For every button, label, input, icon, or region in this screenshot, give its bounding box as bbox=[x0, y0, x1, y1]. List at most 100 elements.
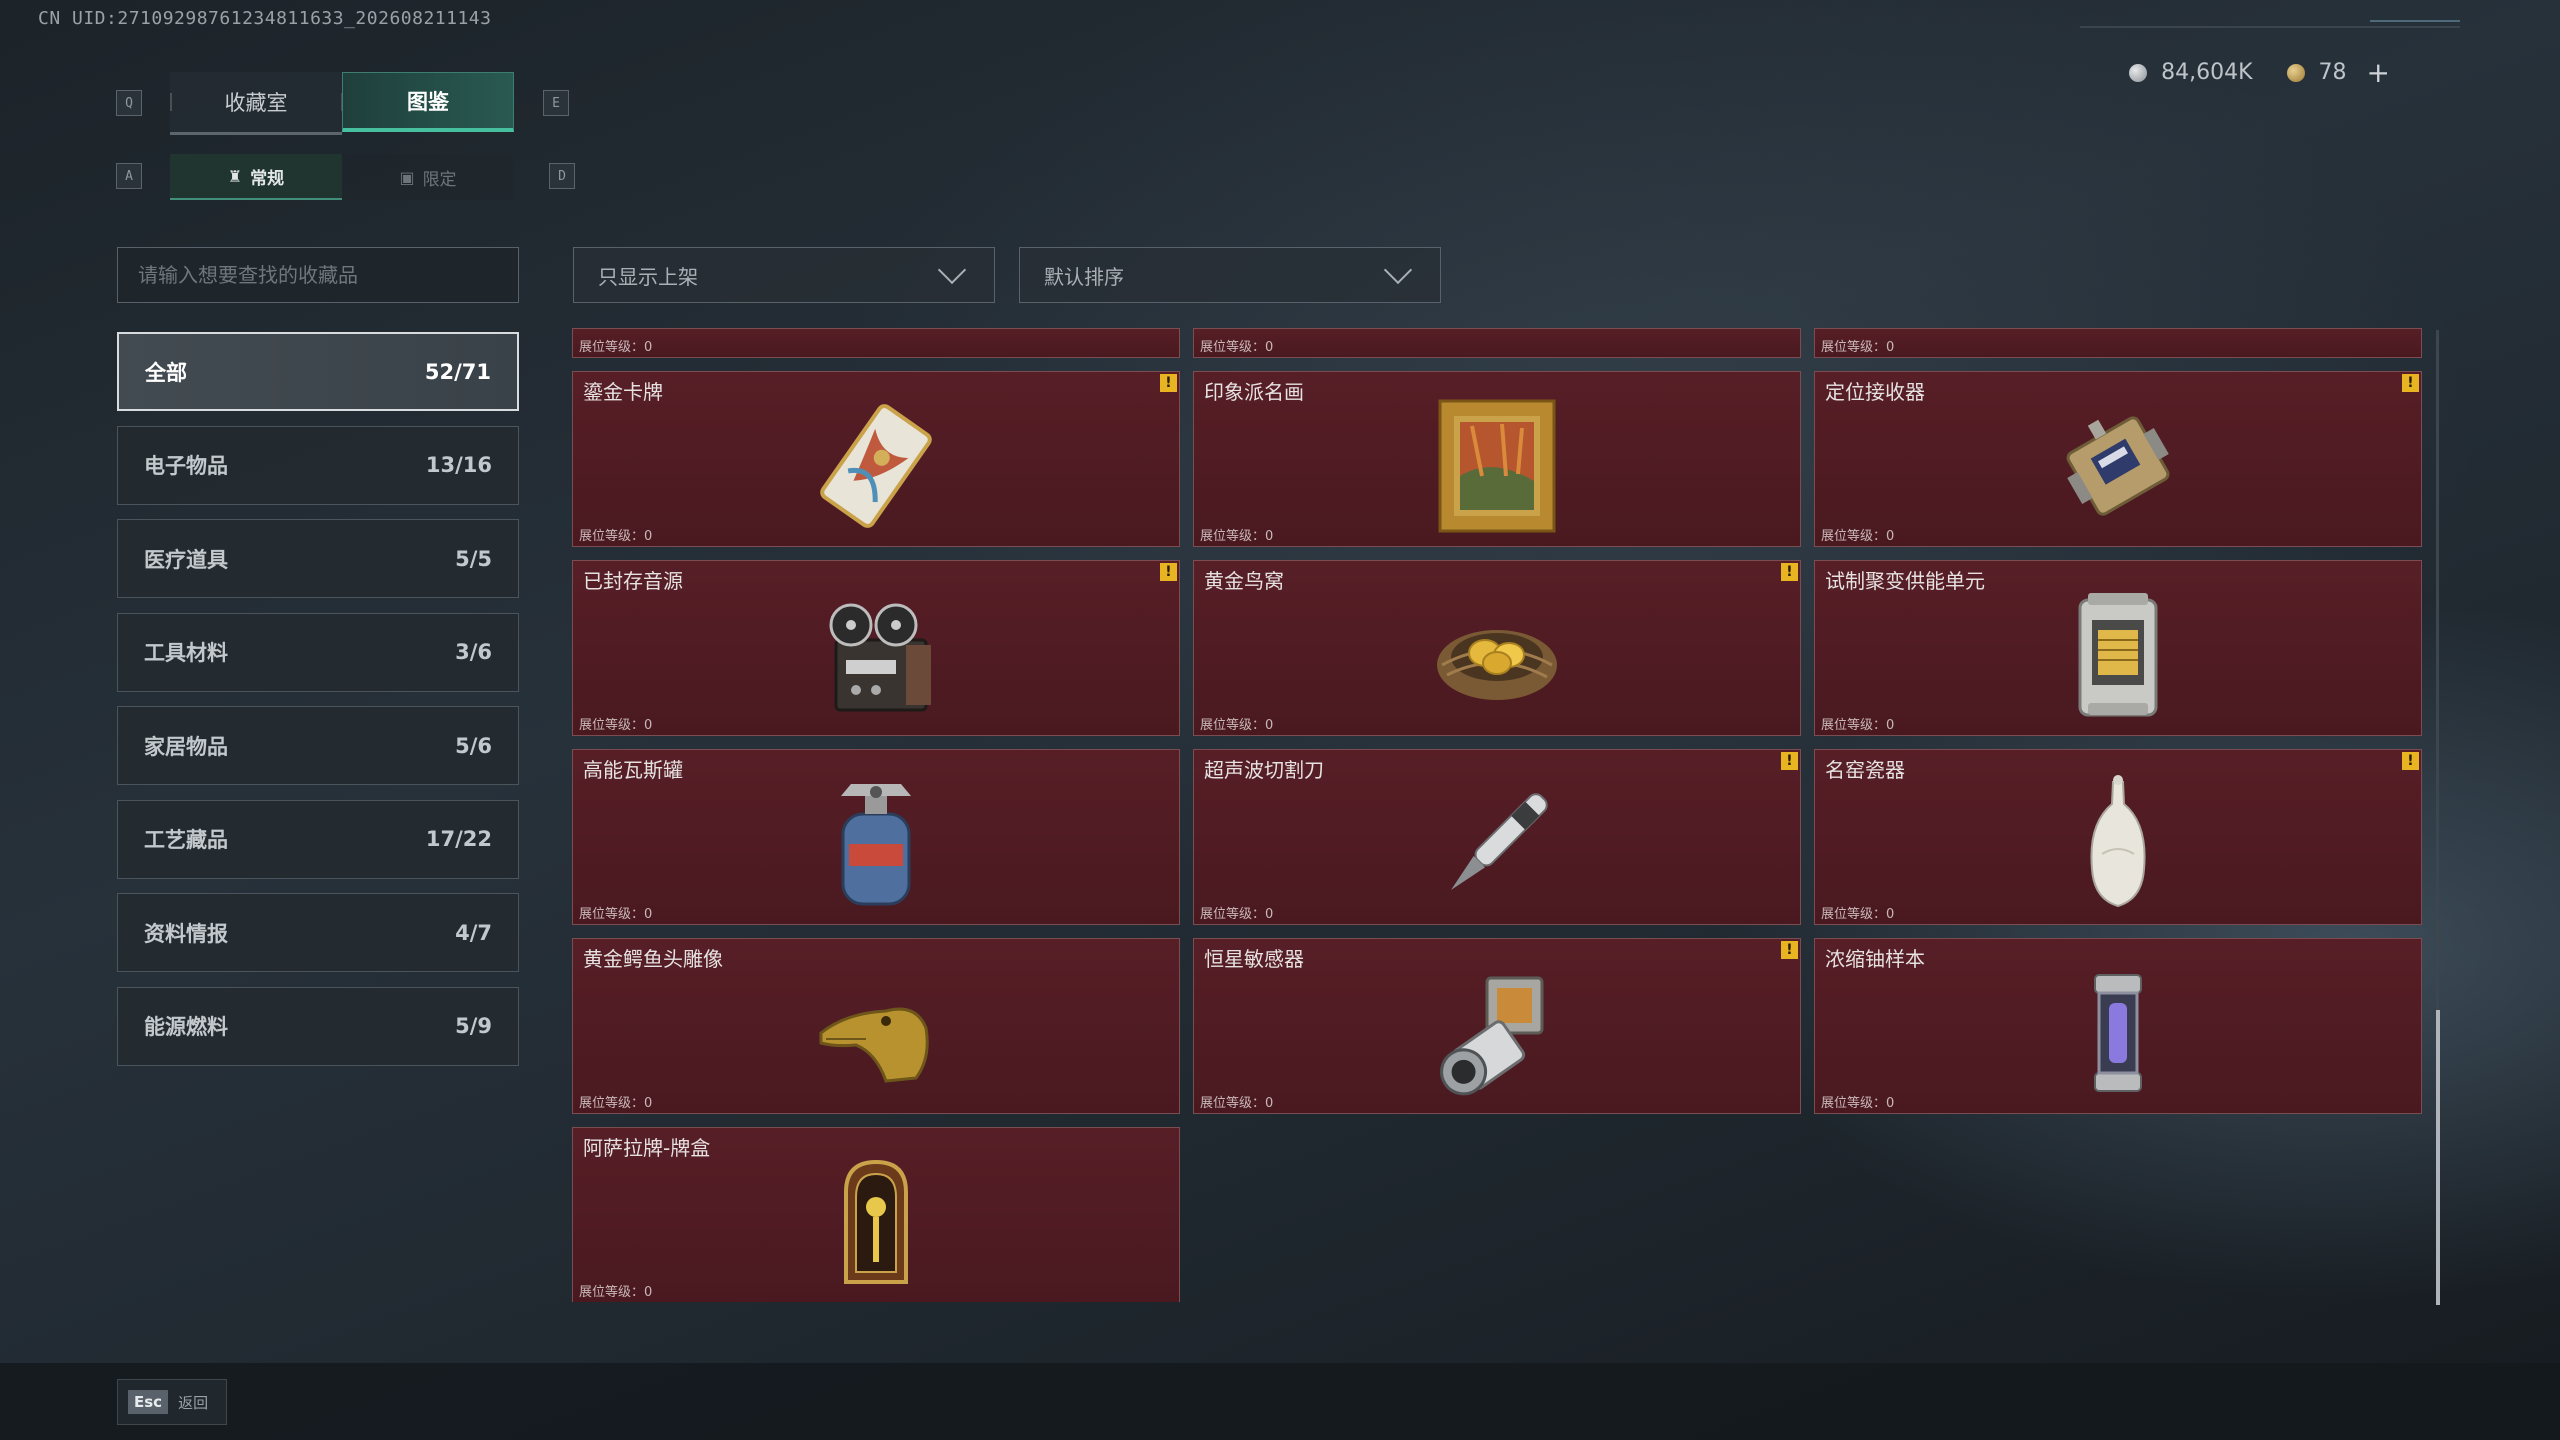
booth-level-label: 展位等级：0 bbox=[579, 1285, 653, 1300]
category-tools[interactable]: 工具材料 3/6 bbox=[117, 612, 519, 692]
item-name: 阿萨拉牌-牌盒 bbox=[583, 1136, 711, 1160]
item-name: 恒星敏感器 bbox=[1204, 947, 1304, 971]
back-button[interactable]: Esc 返回 bbox=[117, 1379, 227, 1425]
item-name: 黄金鳄鱼头雕像 bbox=[583, 947, 723, 971]
warning-badge-icon: ! bbox=[1160, 563, 1177, 581]
silver-coin-icon bbox=[2129, 63, 2148, 82]
item-name: 高能瓦斯罐 bbox=[583, 758, 683, 782]
image-icon: ▣ bbox=[399, 167, 415, 187]
silver-amount: 84,604K bbox=[2161, 60, 2253, 85]
sort-dropdown[interactable]: 默认排序 bbox=[1019, 247, 1441, 303]
item-card[interactable]: 阿萨拉牌-牌盒 展位等级：0 bbox=[572, 1127, 1180, 1302]
item-name: 黄金鸟窝 bbox=[1204, 569, 1284, 593]
key-hint-e[interactable]: E bbox=[543, 90, 569, 116]
golden-nest-icon bbox=[1422, 585, 1572, 725]
booth-level-label: 展位等级：0 bbox=[1200, 529, 1274, 544]
category-count: 13/16 bbox=[425, 453, 492, 477]
scrollbar-thumb[interactable] bbox=[2436, 1010, 2440, 1305]
item-card-partial[interactable]: 展位等级：0 bbox=[572, 328, 1180, 358]
item-grid: 展位等级：0 展位等级：0 展位等级：0 鎏金卡牌 ! 展位等级：0 印象派名画 bbox=[572, 328, 2424, 1302]
booth-level-label: 展位等级：0 bbox=[1821, 529, 1895, 544]
category-medical[interactable]: 医疗道具 5/5 bbox=[117, 519, 519, 598]
item-name: 名窑瓷器 bbox=[1825, 758, 1905, 782]
item-card[interactable]: 鎏金卡牌 ! 展位等级：0 bbox=[572, 371, 1180, 547]
warning-badge-icon: ! bbox=[1781, 563, 1798, 581]
bottom-bar bbox=[0, 1363, 2560, 1440]
item-name: 鎏金卡牌 bbox=[583, 380, 663, 404]
category-electronics[interactable]: 电子物品 13/16 bbox=[117, 425, 519, 505]
item-card-partial[interactable]: 展位等级：0 bbox=[1814, 328, 2422, 358]
item-card[interactable]: 试制聚变供能单元 展位等级：0 bbox=[1814, 560, 2422, 736]
booth-level-label: 展位等级：0 bbox=[1200, 907, 1274, 922]
category-label: 电子物品 bbox=[144, 454, 228, 478]
sort-value: 默认排序 bbox=[1044, 264, 1124, 289]
category-label: 资料情报 bbox=[144, 921, 228, 946]
ultrasonic-knife-icon bbox=[1422, 774, 1572, 914]
category-intel[interactable]: 资料情报 4/7 bbox=[117, 893, 519, 972]
category-count: 3/6 bbox=[455, 640, 492, 664]
gold-amount: 78 bbox=[2318, 60, 2347, 85]
item-card[interactable]: 高能瓦斯罐 展位等级：0 bbox=[572, 749, 1180, 925]
card-box-icon bbox=[801, 1152, 951, 1292]
booth-level-label: 展位等级：0 bbox=[1200, 718, 1274, 733]
item-card[interactable]: 超声波切割刀 ! 展位等级：0 bbox=[1193, 749, 1801, 925]
key-hint-q[interactable]: Q bbox=[116, 90, 142, 116]
sub-tabs: ♜ 常规 ▣ 限定 bbox=[170, 154, 514, 200]
key-hint-a[interactable]: A bbox=[116, 163, 142, 189]
item-name: 定位接收器 bbox=[1825, 380, 1925, 404]
tab-catalog[interactable]: 图鉴 bbox=[342, 72, 514, 132]
back-label: 返回 bbox=[178, 1393, 209, 1412]
warning-badge-icon: ! bbox=[1781, 752, 1798, 770]
add-currency-button[interactable]: + bbox=[2367, 56, 2390, 89]
warning-badge-icon: ! bbox=[1160, 374, 1177, 392]
category-count: 52/71 bbox=[424, 359, 491, 384]
category-household[interactable]: 家居物品 5/6 bbox=[117, 706, 519, 785]
framed-painting-icon bbox=[1422, 396, 1572, 536]
item-card[interactable]: 印象派名画 展位等级：0 bbox=[1193, 371, 1801, 547]
booth-level-label: 展位等级：0 bbox=[1200, 1096, 1274, 1111]
booth-level-label: 展位等级：0 bbox=[1821, 1096, 1895, 1111]
star-sensor-icon bbox=[1422, 963, 1572, 1103]
subtab-regular-label: 常规 bbox=[250, 168, 285, 189]
gilded-card-icon bbox=[801, 396, 951, 536]
item-card[interactable]: 黄金鳄鱼头雕像 展位等级：0 bbox=[572, 938, 1180, 1114]
category-energy[interactable]: 能源燃料 5/9 bbox=[117, 986, 519, 1066]
booth-level-label: 展位等级：0 bbox=[1200, 340, 1274, 355]
chevron-down-icon bbox=[1383, 255, 1413, 285]
item-name: 试制聚变供能单元 bbox=[1825, 569, 1985, 593]
category-count: 5/9 bbox=[455, 1014, 492, 1038]
fusion-unit-icon bbox=[2043, 585, 2193, 725]
item-card[interactable]: 已封存音源 ! 展位等级：0 bbox=[572, 560, 1180, 736]
item-card[interactable]: 定位接收器 ! 展位等级：0 bbox=[1814, 371, 2422, 547]
search-input[interactable] bbox=[117, 247, 519, 303]
booth-level-label: 展位等级：0 bbox=[579, 907, 653, 922]
subtab-limited[interactable]: ▣ 限定 bbox=[342, 154, 514, 200]
category-all[interactable]: 全部 52/71 bbox=[117, 332, 519, 411]
item-card[interactable]: 名窑瓷器 ! 展位等级：0 bbox=[1814, 749, 2422, 925]
item-card-partial[interactable]: 展位等级：0 bbox=[1193, 328, 1801, 358]
top-decoration-accent bbox=[2370, 20, 2460, 22]
booth-level-label: 展位等级：0 bbox=[1821, 907, 1895, 922]
category-label: 家居物品 bbox=[144, 734, 228, 759]
gold-coin-icon bbox=[2286, 63, 2305, 82]
currency-bar: 84,604K 78 + bbox=[2129, 56, 2390, 89]
category-list: 全部 52/71 电子物品 13/16 医疗道具 5/5 工具材料 3/6 家居… bbox=[117, 332, 519, 1080]
tab-collection-room[interactable]: 收藏室 bbox=[170, 72, 342, 135]
key-hint-d[interactable]: D bbox=[549, 163, 575, 189]
category-count: 17/22 bbox=[425, 827, 492, 851]
warning-badge-icon: ! bbox=[2402, 752, 2419, 770]
category-label: 工具材料 bbox=[144, 641, 228, 665]
reel-tape-recorder-icon bbox=[801, 585, 951, 725]
item-card[interactable]: 浓缩铀样本 展位等级：0 bbox=[1814, 938, 2422, 1114]
category-label: 全部 bbox=[145, 360, 187, 385]
category-label: 医疗道具 bbox=[144, 547, 228, 572]
item-name: 印象派名画 bbox=[1204, 380, 1304, 404]
category-crafts[interactable]: 工艺藏品 17/22 bbox=[117, 799, 519, 879]
item-card[interactable]: 恒星敏感器 ! 展位等级：0 bbox=[1193, 938, 1801, 1114]
shelf-filter-dropdown[interactable]: 只显示上架 bbox=[573, 247, 995, 303]
item-card[interactable]: 黄金鸟窝 ! 展位等级：0 bbox=[1193, 560, 1801, 736]
booth-level-label: 展位等级：0 bbox=[579, 340, 653, 355]
category-count: 4/7 bbox=[455, 920, 492, 945]
subtab-regular[interactable]: ♜ 常规 bbox=[170, 154, 342, 200]
subtab-limited-label: 限定 bbox=[422, 169, 457, 190]
